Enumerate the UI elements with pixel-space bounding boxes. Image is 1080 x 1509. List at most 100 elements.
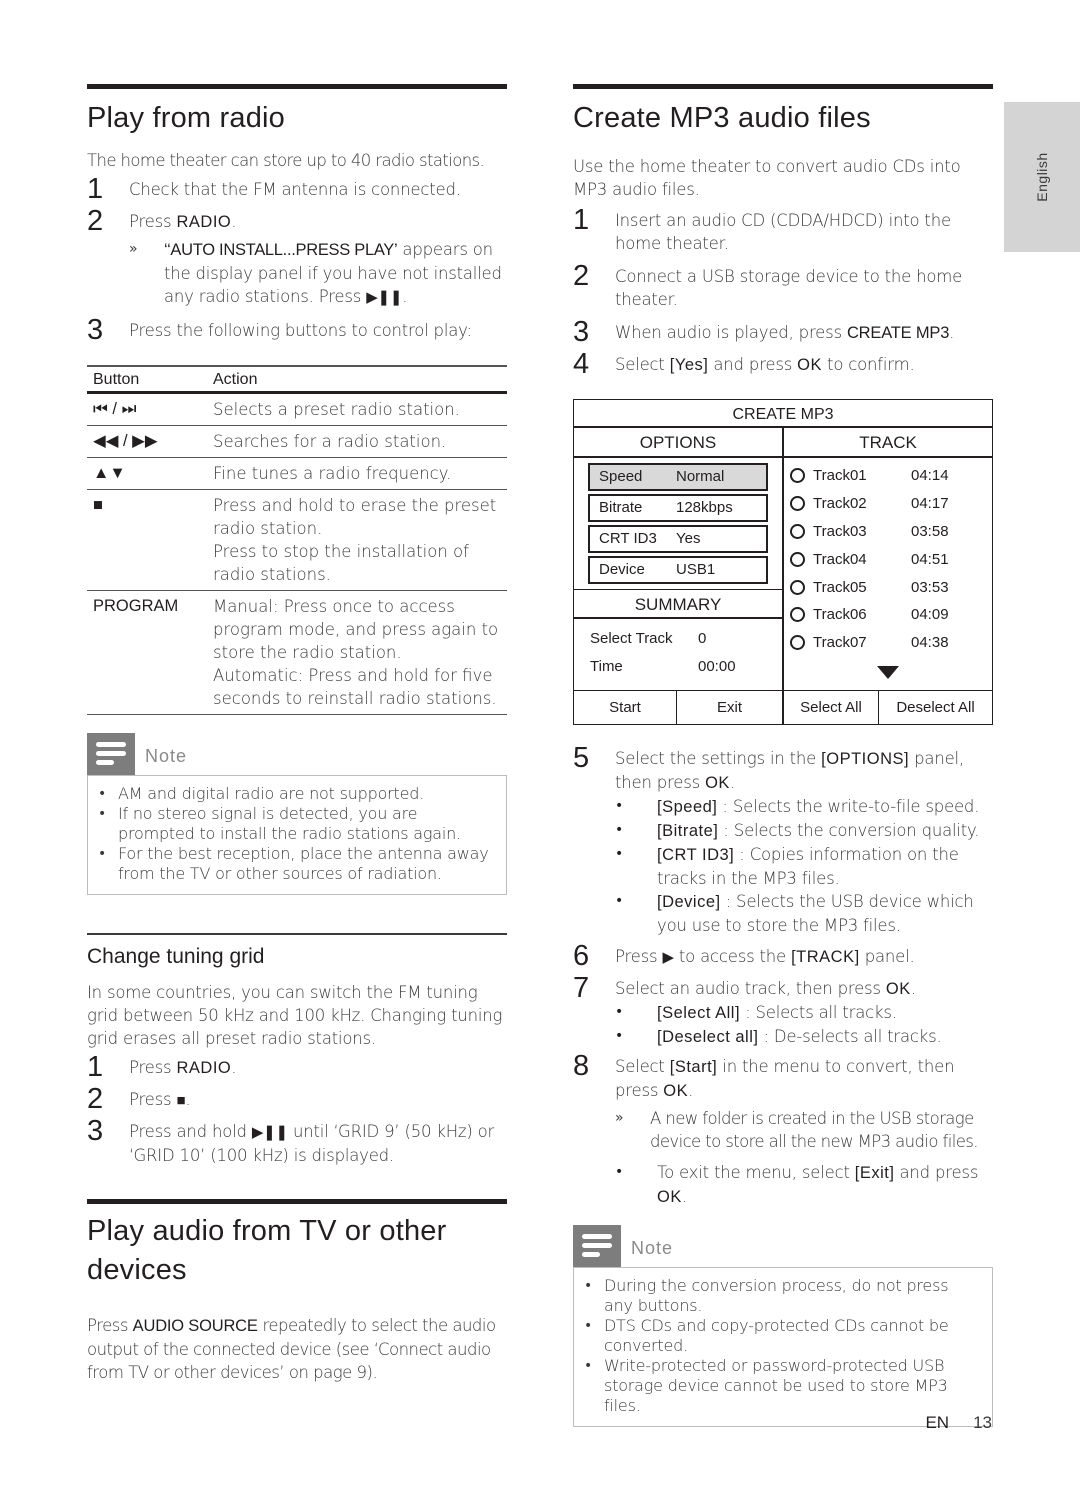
step-text: Press RADIO. [129, 1058, 237, 1077]
note-header: Note [87, 733, 507, 775]
table-row: ⏮ / ⏭ Selects a preset radio station. [87, 392, 507, 426]
create-mp3-screen: CREATE MP3 OPTIONS Speed Normal Bitrate 12… [573, 399, 993, 725]
track-item[interactable]: Track02 04:17 [790, 490, 992, 518]
summary-select-track: Select Track 0 [590, 630, 707, 647]
table-row: ◀◀ / ▶▶ Searches for a radio station. [87, 425, 507, 458]
action-cell: Manual: Press once to access program mod… [207, 590, 507, 715]
step-text: When audio is played, press CREATE MP3. [615, 323, 955, 342]
keyword-ok: OK [663, 1082, 689, 1100]
track-item[interactable]: Track01 04:14 [790, 462, 992, 490]
keyword-auto-install: ‘‘AUTO INSTALL...PRESS PLAY’ [164, 241, 398, 259]
mp3-intro: Use the home theater to convert audio CD… [573, 157, 961, 199]
step-text: Press and hold ▶❚❚ until ‘GRID 9’ (50 kH… [129, 1122, 495, 1165]
radio-button-icon [790, 551, 805, 567]
action-line: Automatic: Press and hold for five secon… [213, 666, 497, 708]
mp3-step-4: 4 Select [Yes] and press OK to confirm. [573, 350, 993, 379]
radio-step-2-result: » ‘‘AUTO INSTALL...PRESS PLAY’ appears o… [129, 238, 507, 309]
column-header-action: Action [207, 365, 507, 394]
step-text: Select [Yes] and press OK to confirm. [615, 355, 915, 374]
step5-bullet: • [Speed] : Selects the write-to-file spe… [615, 797, 980, 816]
option-crt-id3[interactable]: CRT ID3 Yes [588, 525, 768, 553]
tuning-step-3: 3 Press and hold ▶❚❚ until ‘GRID 9’ (50 … [87, 1117, 507, 1167]
step5-bullet: • [Bitrate] : Selects the conversion qual… [615, 821, 980, 840]
note-item: • AM and digital radio are not supported. [98, 784, 425, 803]
tuning-step-1: 1 Press RADIO. [87, 1051, 507, 1083]
track-item[interactable]: Track07 04:38 [790, 629, 992, 657]
summary-panel: Select Track 0 Time 00:00 [574, 619, 782, 687]
step5-bullet: • [Device] : Selects the USB device which… [615, 892, 974, 935]
radio-controls-table: Button Action ⏮ / ⏭ Selects a preset rad… [87, 365, 507, 715]
page-number: 13 [973, 1413, 992, 1432]
select-all-button[interactable]: Select All [784, 691, 879, 724]
section-rule [87, 933, 507, 935]
action-cell: Press and hold to erase the preset radio… [207, 489, 507, 591]
column-header-button: Button [87, 365, 207, 394]
rewind-forward-icon: ◀◀ / ▶▶ [87, 425, 207, 458]
options-panel-header[interactable]: OPTIONS [574, 428, 782, 458]
step-text: Check that the FM antenna is connected. [129, 180, 461, 199]
action-cell: Searches for a radio station. [207, 425, 507, 458]
result-text: A new folder is created in the USB stora… [650, 1109, 979, 1151]
scroll-down-icon[interactable] [877, 666, 899, 679]
step8-bullet: • To exit the menu, select [Exit] and pre… [615, 1163, 979, 1206]
track-panel-header[interactable]: TRACK [784, 428, 992, 458]
step-number: 1 [87, 173, 104, 205]
section-rule [573, 84, 993, 89]
options-panel: OPTIONS Speed Normal Bitrate 128kbps CRT I… [574, 428, 784, 690]
previous-next-icon: ⏮ / ⏭ [87, 392, 207, 426]
program-button-label: PROGRAM [87, 590, 207, 715]
step8-result: » A new folder is created in the USB sto… [615, 1107, 993, 1153]
step5-bullet: • [CRT ID3] : Copies information on the t… [615, 845, 959, 888]
exit-button[interactable]: Exit [677, 691, 784, 724]
mp3-step-3: 3 When audio is played, press CREATE MP3… [573, 318, 993, 347]
deselect-all-button[interactable]: Deselect All [879, 691, 992, 724]
note-icon [573, 1225, 621, 1267]
keyword-ok: OK [797, 356, 823, 374]
note-item: • For the best reception, place the anten… [98, 844, 489, 883]
note-content: • During the conversion process, do not p… [573, 1267, 993, 1427]
step-number: 7 [573, 972, 590, 1004]
note-header: Note [573, 1225, 993, 1267]
page-footer: EN 13 [925, 1413, 992, 1433]
step-text: Press ▶ to access the [TRACK] panel. [615, 943, 993, 969]
start-button[interactable]: Start [574, 691, 677, 724]
language-label: English [1034, 152, 1050, 202]
play-pause-icon: ▶❚❚ [251, 1123, 288, 1141]
keyword-yes: [Yes] [669, 356, 709, 374]
track-item[interactable]: Track06 04:09 [790, 601, 992, 629]
track-item[interactable]: Track05 03:53 [790, 573, 992, 601]
option-device[interactable]: Device USB1 [588, 556, 768, 584]
section-title-play-audio-from-tv: Play audio from TV or other devices [87, 1215, 447, 1286]
track-item[interactable]: Track04 04:51 [790, 545, 992, 573]
table-row: ▲▼ Fine tunes a radio frequency. [87, 457, 507, 490]
option-bitrate[interactable]: Bitrate 128kbps [588, 494, 768, 522]
note-content: • AM and digital radio are not supported.… [87, 775, 507, 895]
summary-header: SUMMARY [574, 589, 782, 619]
step-number: 1 [573, 204, 590, 236]
section-rule [87, 84, 507, 89]
step-number: 5 [573, 742, 590, 774]
note-title: Note [631, 1238, 674, 1258]
mp3-step-8: 8 Select [Start] in the menu to convert,… [573, 1052, 993, 1103]
step-text: Press the following buttons to control p… [129, 321, 472, 340]
step7-bullet: • [Deselect all] : De-selects all tracks. [615, 1027, 942, 1046]
track-item[interactable]: Track03 03:58 [790, 518, 992, 546]
radio-button-icon [790, 496, 805, 512]
step-number: 2 [87, 1083, 104, 1115]
option-speed[interactable]: Speed Normal [588, 463, 768, 491]
play-icon: ▶ [662, 948, 674, 966]
section-rule [87, 1199, 507, 1204]
action-line: Press to stop the installation of radio … [213, 542, 469, 584]
radio-intro: The home theater can store up to 40 radi… [87, 151, 485, 170]
action-line: Manual: Press once to access program mod… [213, 597, 499, 662]
mp3-step-7: 7 Select an audio track, then press OK. [573, 972, 993, 1004]
radio-step-3: 3 Press the following buttons to control… [87, 316, 507, 345]
step-text: Select an audio track, then press OK. [615, 979, 916, 998]
tuning-step-2: 2 Press ■. [87, 1083, 507, 1115]
step7-bullet: • [Select All] : Selects all tracks. [615, 1003, 897, 1022]
radio-button-icon [790, 579, 805, 595]
step-number: 1 [87, 1051, 104, 1083]
keyword-audio-source: AUDIO SOURCE [132, 1317, 258, 1335]
keyword-ok: OK [705, 774, 730, 792]
action-cell: Selects a preset radio station. [207, 392, 507, 426]
